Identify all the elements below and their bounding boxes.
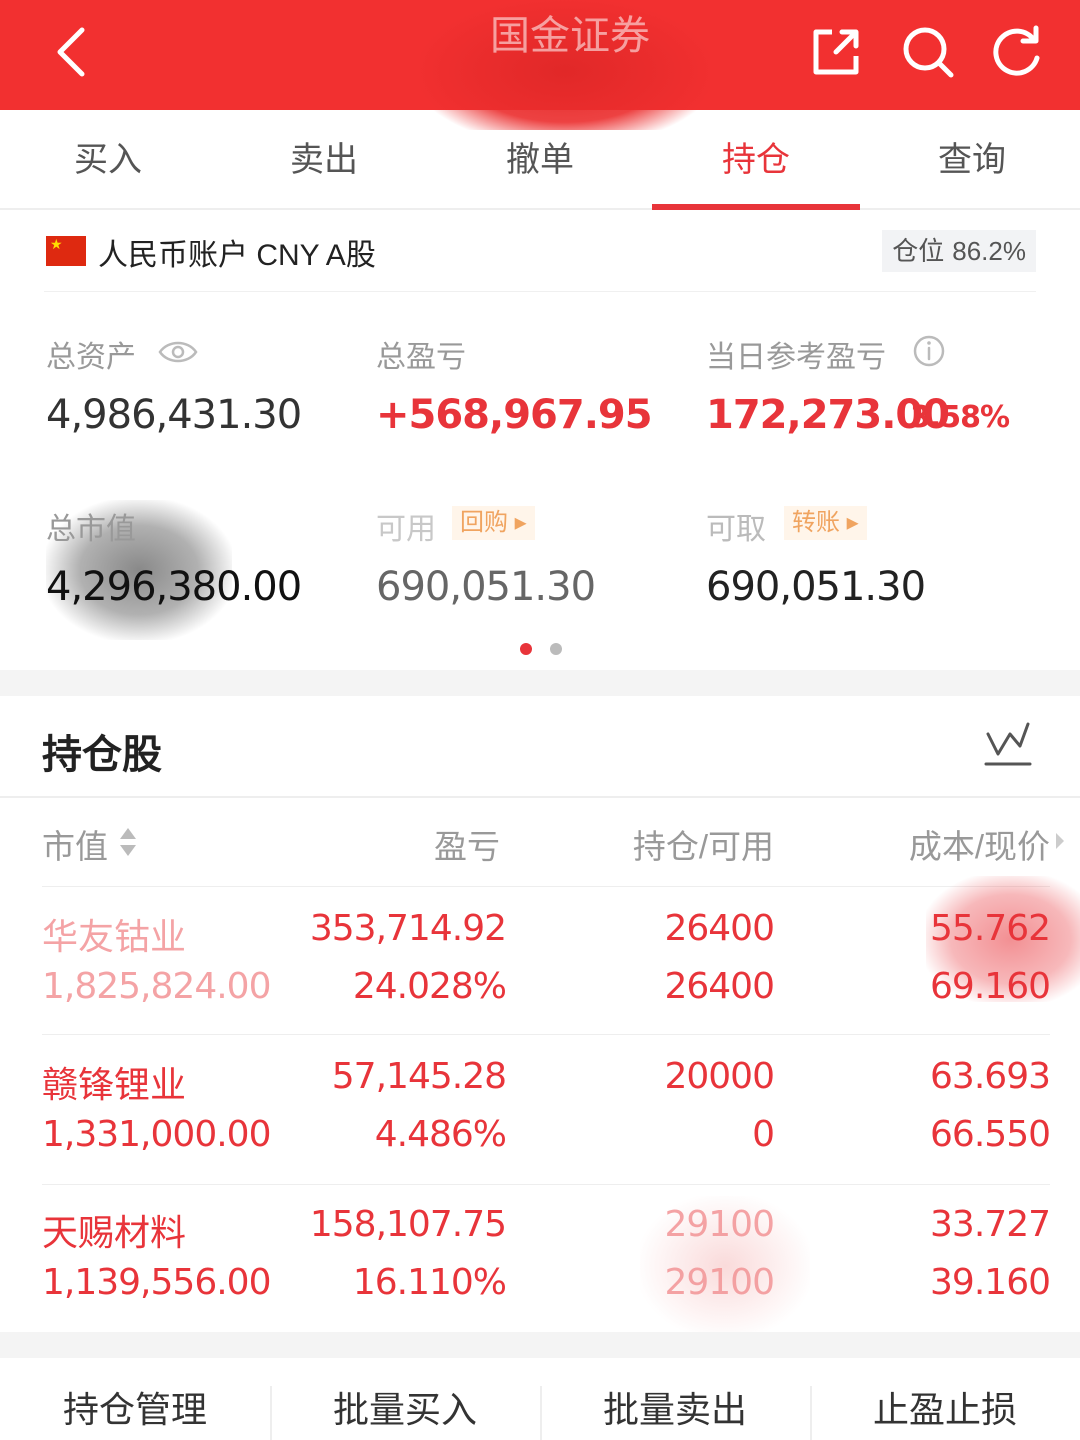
column-header-position: 持仓/可用 [632,828,774,865]
tab-sell[interactable]: 卖出 [216,110,432,208]
daily-pnl-percent: 3.58% [910,400,1010,435]
total-pnl-label: 总盈亏 [376,341,466,374]
market-value-label: 总市值 [46,513,136,546]
repo-pill-label: 回购 [460,509,508,536]
stock-market-value: 1,139,556.00 [42,1262,271,1303]
tab-query[interactable]: 查询 [864,110,1080,208]
trade-tabs: 买入 卖出 撤单 持仓 查询 [0,110,1080,210]
china-flag-icon: ★ [46,236,86,266]
account-label: 人民币账户 CNY A股 [98,239,376,272]
share-icon[interactable] [806,22,866,82]
tab-cancel-order[interactable]: 撤单 [432,110,648,208]
row-divider [42,886,1050,887]
sort-icon[interactable] [118,824,138,860]
page-title: 国金证券 [490,14,650,58]
pager-dots[interactable] [518,643,568,657]
column-header-pnl: 盈亏 [434,828,500,865]
daily-pnl-label: 当日参考盈亏 [706,341,886,374]
stock-market-value: 1,825,824.00 [42,966,271,1007]
back-icon[interactable] [46,22,106,82]
search-icon[interactable] [898,22,958,82]
holding-row[interactable]: 华友钴业 1,825,824.00 353,714.92 24.028% 264… [0,886,1080,1034]
pager-dot-active[interactable] [520,643,532,655]
stock-position: 26400 [664,908,775,949]
stock-name: 赣锋锂业 [42,1064,187,1105]
redaction-blot [640,1196,810,1336]
tab-positions[interactable]: 持仓 [648,110,864,210]
stock-price: 66.550 [930,1114,1051,1155]
holdings-title: 持仓股 [42,733,162,777]
repo-pill-button[interactable]: 回购 ▸ [452,506,535,540]
stock-available: 0 [752,1114,775,1155]
stock-position: 20000 [664,1056,775,1097]
divider [0,796,1080,798]
withdrawable-label: 可取 [706,513,766,546]
stock-pnl-percent: 24.028% [352,966,507,1007]
stock-cost: 63.693 [930,1056,1051,1097]
stock-price: 39.160 [930,1262,1051,1303]
redaction-blot [926,876,1080,1002]
stock-pnl-percent: 16.110% [352,1262,507,1303]
batch-sell-button[interactable]: 批量卖出 [540,1358,810,1440]
account-row: ★ 人民币账户 CNY A股 仓位 86.2% [44,222,1036,292]
transfer-pill-button[interactable]: 转账 ▸ [784,506,867,540]
transfer-pill-label: 转账 [792,509,840,536]
stock-name: 天赐材料 [42,1212,187,1253]
stock-available: 26400 [664,966,775,1007]
position-management-button[interactable]: 持仓管理 [0,1358,270,1440]
market-value-value: 4,296,380.00 [46,564,302,610]
take-profit-stop-loss-button[interactable]: 止盈止损 [810,1358,1080,1440]
stock-name: 华友钴业 [42,916,187,957]
batch-buy-button[interactable]: 批量买入 [270,1358,540,1440]
trend-chart-icon[interactable] [982,718,1034,770]
row-divider [42,1034,1050,1035]
total-assets-value: 4,986,431.30 [46,392,302,438]
eye-icon[interactable] [158,338,198,366]
position-ratio-badge: 仓位 86.2% [882,230,1036,272]
top-navigation-bar: 国金证券 [0,0,1080,130]
column-header-cost-price[interactable]: 成本/现价 [820,820,1050,868]
available-label: 可用 [376,513,436,546]
total-pnl-value: +568,967.95 [376,392,653,438]
stock-market-value: 1,331,000.00 [42,1114,271,1155]
stock-pnl: 158,107.75 [309,1204,507,1245]
holding-row[interactable]: 赣锋锂业 1,331,000.00 57,145.28 4.486% 20000… [0,1034,1080,1182]
pager-dot[interactable] [550,643,562,655]
info-icon[interactable] [912,334,946,368]
withdrawable-value: 690,051.30 [706,564,926,610]
stock-pnl: 353,714.92 [309,908,507,949]
bottom-action-bar: 持仓管理 批量买入 批量卖出 止盈止损 [0,1358,1080,1440]
tab-buy[interactable]: 买入 [0,110,216,208]
available-value: 690,051.30 [376,564,596,610]
stock-pnl-percent: 4.486% [374,1114,507,1155]
position-ratio-value: 86.2% [952,236,1026,266]
section-divider [0,1332,1080,1358]
stock-cost: 33.727 [930,1204,1051,1245]
total-assets-label: 总资产 [46,341,136,374]
chevron-right-icon[interactable] [1054,830,1066,852]
column-header-market-value[interactable]: 市值 [42,820,108,868]
stock-pnl: 57,145.28 [331,1056,507,1097]
position-ratio-label: 仓位 [892,236,945,266]
row-divider [42,1184,1050,1185]
section-divider [0,670,1080,696]
refresh-icon[interactable] [986,22,1046,82]
holding-row[interactable]: 天赐材料 1,139,556.00 158,107.75 16.110% 291… [0,1184,1080,1332]
